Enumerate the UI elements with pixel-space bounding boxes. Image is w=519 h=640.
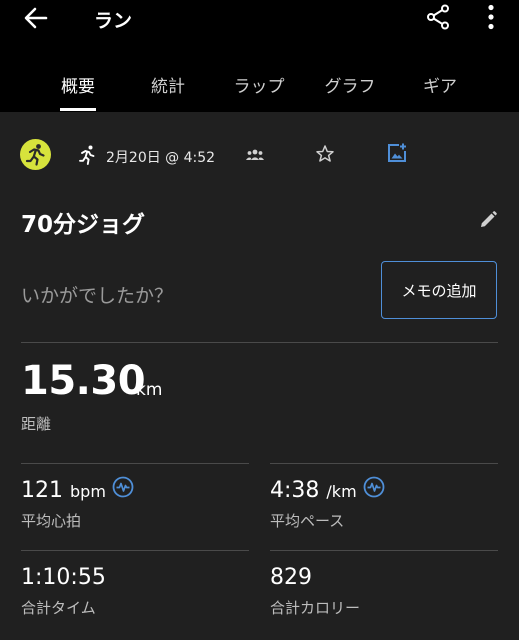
activity-datetime: 2月20日 @ 4:52 [106,150,216,166]
avg-hr-unit: bpm [70,482,106,501]
runner-icon [25,144,45,166]
add-photo-icon[interactable] [386,142,408,164]
share-icon[interactable] [426,4,450,30]
star-icon[interactable] [315,144,335,164]
distance-value: 15.30 [21,358,146,404]
activity-type-badge [20,139,51,170]
distance-label: 距離 [21,415,52,433]
tab-bar: 概要 統計 ラップ グラフ ギア [0,66,519,112]
activity-meta-row: 2月20日 @ 4:52 [0,138,519,172]
back-arrow-icon[interactable] [22,4,50,32]
avg-hr-label: 平均心拍 [21,512,82,530]
divider [21,550,249,551]
tab-stats[interactable]: 統計 [151,72,185,97]
avg-pace-unit: /km [326,482,357,501]
avg-pace-value: 4:38 /km [270,478,357,503]
avg-pace-number: 4:38 [270,478,320,503]
total-calories-value: 829 [270,565,312,590]
activity-name: 70分ジョグ [21,212,146,238]
tab-graphs[interactable]: グラフ [325,72,376,97]
tab-selected-indicator [60,108,96,111]
divider [270,550,498,551]
avg-pace-label: 平均ペース [270,512,345,530]
divider [21,342,498,343]
tab-gear[interactable]: ギア [423,72,457,97]
run-type-icon [79,145,95,165]
divider [270,463,498,464]
edit-pencil-icon[interactable] [478,210,498,230]
divider [21,463,249,464]
total-calories-label: 合計カロリー [270,599,361,617]
pace-info-icon[interactable] [363,476,385,498]
feeling-prompt: いかがでしたか？ [21,285,174,307]
page-title: ラン [94,10,133,32]
distance-unit: km [136,380,163,400]
total-time-label: 合計タイム [21,599,96,617]
total-time-value: 1:10:55 [21,565,106,590]
tab-overview[interactable]: 概要 [61,72,95,97]
heart-rate-info-icon[interactable] [112,476,134,498]
group-icon[interactable] [245,147,265,163]
more-vert-icon[interactable] [484,4,498,30]
tab-laps[interactable]: ラップ [234,72,285,97]
avg-hr-value: 121 bpm [21,478,106,503]
avg-hr-number: 121 [21,478,63,503]
add-memo-button[interactable]: メモの追加 [381,261,497,319]
